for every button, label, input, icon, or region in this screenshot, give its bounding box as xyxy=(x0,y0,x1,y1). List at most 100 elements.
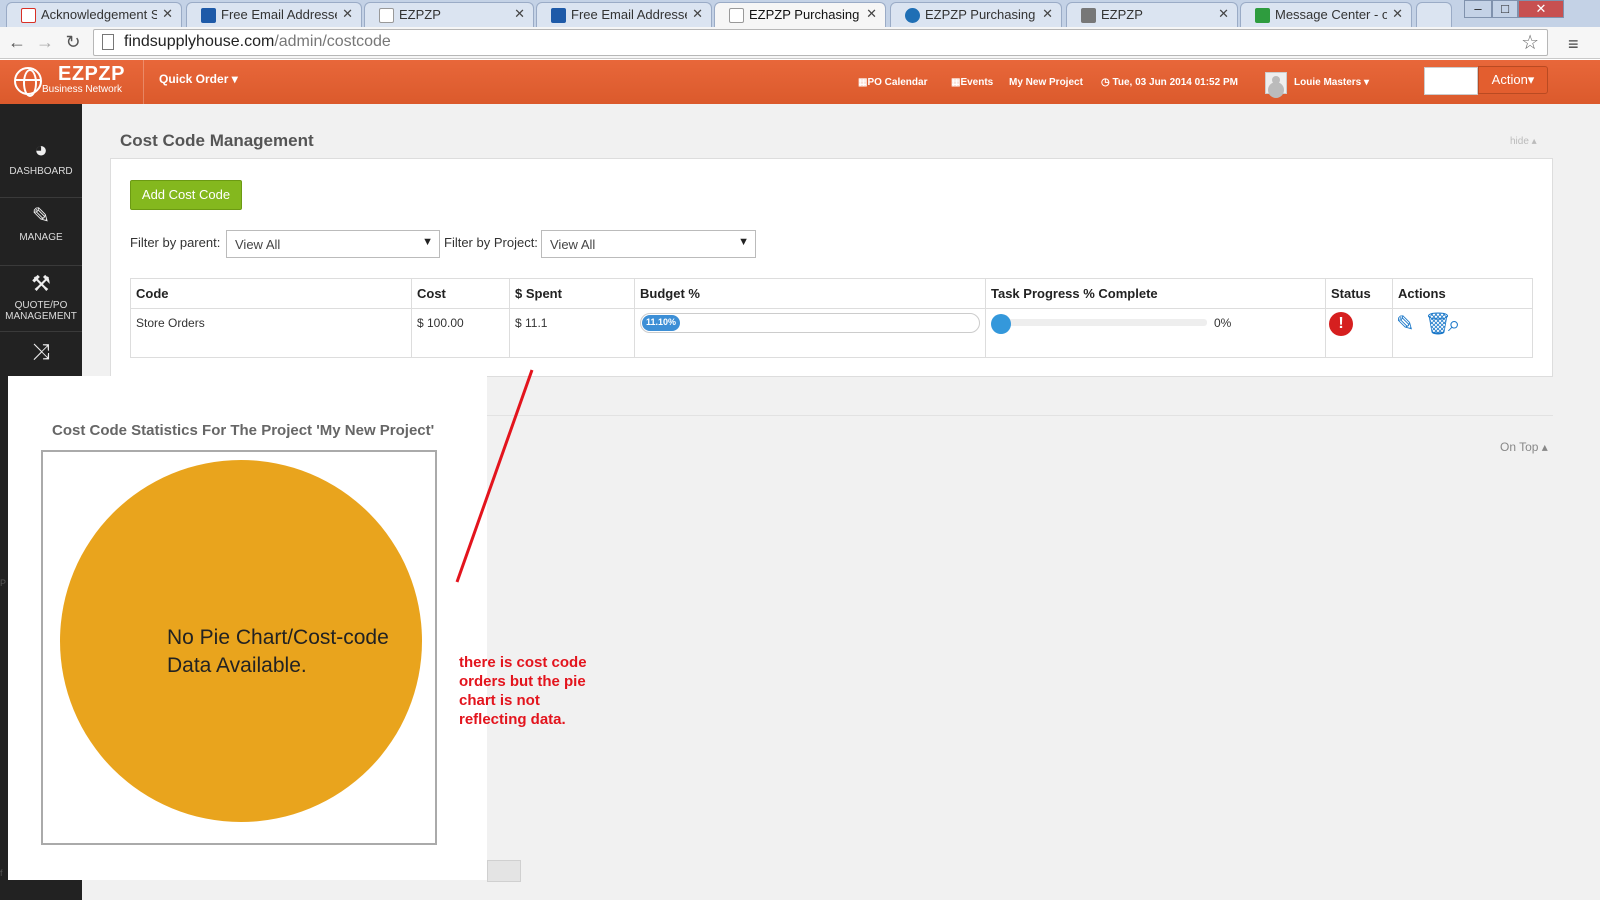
page-icon xyxy=(379,8,394,23)
events-link[interactable]: ▦Events xyxy=(951,77,993,88)
project-link[interactable]: My New Project xyxy=(1009,77,1083,88)
column-header-budget[interactable]: Budget % xyxy=(634,278,986,309)
dashboard-icon: ◕ xyxy=(34,137,48,162)
sidebar-item-manage[interactable]: ✎ MANAGE xyxy=(0,204,82,266)
datetime-label: Tue, 03 Jun 2014 01:52 PM xyxy=(1112,77,1238,88)
column-header-spent[interactable]: $ Spent xyxy=(509,278,635,309)
pie-empty-line-2: Data Available. xyxy=(167,654,307,677)
po-calendar-label: PO Calendar xyxy=(867,77,928,88)
bottom-tab[interactable] xyxy=(487,860,521,882)
filter-parent-select[interactable]: View All ▼ xyxy=(226,230,440,258)
browser-tab-strip: Acknowledgement S14 ✕ Free Email Address… xyxy=(0,0,1600,27)
task-progress-track xyxy=(995,319,1207,326)
section-divider xyxy=(487,415,1553,416)
filter-parent-label: Filter by parent: xyxy=(130,235,221,250)
close-icon[interactable]: ✕ xyxy=(342,6,353,22)
cell-cost: $ 100.00 xyxy=(411,308,510,358)
close-icon[interactable]: ✕ xyxy=(1042,6,1053,22)
page-icon xyxy=(729,8,744,23)
gmail-icon xyxy=(21,8,36,23)
close-icon[interactable]: ✕ xyxy=(866,6,877,22)
tab-label: EZPZP xyxy=(1101,7,1143,22)
brand-name[interactable]: EZPZP xyxy=(58,63,125,86)
close-icon[interactable]: ✕ xyxy=(162,6,173,22)
address-bar[interactable]: findsupplyhouse.com/admin/costcode ☆ xyxy=(93,29,1548,56)
user-menu[interactable]: Louie Masters ▾ xyxy=(1294,77,1369,88)
url-domain: findsupplyhouse.com xyxy=(124,33,275,50)
sidebar-item-shuffle[interactable]: ⤨ xyxy=(0,340,82,380)
datetime-display: ◷ Tue, 03 Jun 2014 01:52 PM xyxy=(1101,77,1238,88)
close-icon[interactable]: ✕ xyxy=(1392,6,1403,22)
bookmark-star-icon[interactable]: ☆ xyxy=(1521,30,1539,55)
browser-tab[interactable]: EZPZP ✕ xyxy=(1066,2,1238,27)
task-progress-handle[interactable] xyxy=(991,314,1011,334)
clock-icon: ◷ xyxy=(1101,77,1110,88)
filter-parent-value: View All xyxy=(235,237,281,252)
close-icon[interactable]: ✕ xyxy=(514,6,525,22)
browser-tab[interactable]: EZPZP ✕ xyxy=(364,2,534,27)
close-icon[interactable]: ✕ xyxy=(692,6,703,22)
cell-task-progress xyxy=(985,308,1326,358)
tab-label: Message Center - oDesk xyxy=(1275,7,1387,22)
loading-icon xyxy=(905,8,920,23)
browser-menu-icon[interactable]: ≡ xyxy=(1568,34,1579,55)
forward-arrow-icon[interactable]: → xyxy=(32,31,58,55)
new-tab-button[interactable] xyxy=(1416,2,1452,27)
tab-label: EZPZP xyxy=(399,7,441,22)
tab-label: Acknowledgement S14 xyxy=(41,7,157,22)
reload-icon[interactable]: ↻ xyxy=(60,31,86,55)
shuffle-icon: ⤨ xyxy=(32,339,50,364)
close-icon[interactable]: ✕ xyxy=(1218,6,1229,22)
browser-tab[interactable]: EZPZP Purchasing User ✕ xyxy=(890,2,1062,27)
browser-tab[interactable]: Message Center - oDesk ✕ xyxy=(1240,2,1412,27)
filter-project-value: View All xyxy=(550,237,596,252)
browser-tab[interactable]: Free Email Addresses: W ✕ xyxy=(186,2,362,27)
sidebar-item-quote-po[interactable]: ⚒ QUOTE/PO MANAGEMENT xyxy=(0,272,82,332)
sidebar-item-dashboard[interactable]: ◕ DASHBOARD xyxy=(0,138,82,198)
page-icon xyxy=(102,34,114,50)
close-window-button[interactable]: ✕ xyxy=(1518,0,1564,18)
tab-label: EZPZP Purchasing User xyxy=(749,7,861,22)
budget-progress-bar: 11.10% xyxy=(640,313,980,333)
clipped-text-fragment: P xyxy=(0,578,7,588)
tab-label: EZPZP Purchasing User xyxy=(925,7,1037,22)
column-header-code[interactable]: Code xyxy=(130,278,412,309)
m-logo-icon xyxy=(551,8,566,23)
minimize-button[interactable]: ‒ xyxy=(1464,0,1492,18)
hide-link[interactable]: hide ▴ xyxy=(1510,136,1537,147)
po-calendar-link[interactable]: ▦PO Calendar xyxy=(858,77,927,88)
browser-tab[interactable]: Acknowledgement S14 ✕ xyxy=(6,2,182,27)
header-search-input[interactable] xyxy=(1424,67,1478,95)
pie-empty-message: No Pie Chart/Cost-code Data Available. xyxy=(167,624,389,680)
globe-logo-icon xyxy=(14,67,42,97)
table-row: Store Orders $ 100.00 $ 11.1 11.10% xyxy=(130,308,1533,358)
table-header-row: Code Cost $ Spent Budget % Task Progress… xyxy=(130,278,1533,309)
maximize-button[interactable]: □ xyxy=(1492,0,1518,18)
action-dropdown-button[interactable]: Action▾ xyxy=(1478,66,1548,94)
home-icon xyxy=(1081,8,1096,23)
m-logo-icon xyxy=(201,8,216,23)
task-progress-value: 0% xyxy=(1214,316,1232,330)
add-cost-code-button[interactable]: Add Cost Code xyxy=(130,180,242,210)
column-header-status[interactable]: Status xyxy=(1325,278,1393,309)
browser-tab[interactable]: Free Email Addresses: W ✕ xyxy=(536,2,712,27)
column-header-cost[interactable]: Cost xyxy=(411,278,510,309)
on-top-link[interactable]: On Top ▴ xyxy=(1500,440,1548,454)
avatar[interactable] xyxy=(1265,72,1287,94)
filter-project-select[interactable]: View All ▼ xyxy=(541,230,756,258)
chart-title: Cost Code Statistics For The Project 'My… xyxy=(52,422,435,439)
cell-budget: 11.10% xyxy=(634,308,986,358)
search-icon[interactable]: ⌕ xyxy=(1448,312,1460,336)
column-header-task-progress[interactable]: Task Progress % Complete xyxy=(985,278,1326,309)
browser-tab-active[interactable]: EZPZP Purchasing User ✕ xyxy=(714,2,886,27)
browser-toolbar: ← → ↻ findsupplyhouse.com/admin/costcode… xyxy=(0,27,1600,59)
app-header: EZPZP Business Network Quick Order ▾ ▦PO… xyxy=(0,60,1600,104)
tab-label: Free Email Addresses: W xyxy=(221,7,337,22)
chevron-down-icon: ▼ xyxy=(422,236,433,248)
url-path: /admin/costcode xyxy=(274,33,391,50)
back-arrow-icon[interactable]: ← xyxy=(4,31,30,55)
quick-order-dropdown[interactable]: Quick Order ▾ xyxy=(159,72,238,86)
filter-project-label: Filter by Project: xyxy=(444,235,538,250)
edit-icon[interactable]: ✎ xyxy=(1396,312,1414,336)
cell-code: Store Orders xyxy=(130,308,412,358)
